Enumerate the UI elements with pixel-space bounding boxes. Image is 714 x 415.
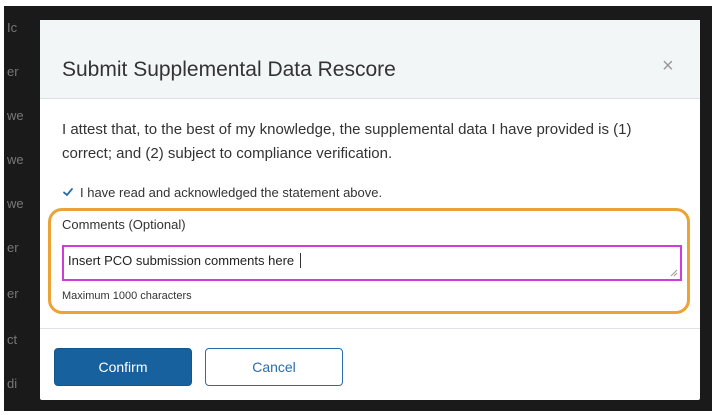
background-text: er bbox=[7, 64, 19, 79]
screenshot-frame: Ic er we we we er er ct di Submit Supple… bbox=[4, 6, 712, 411]
background-text: ct bbox=[7, 332, 18, 347]
background-text: Ic bbox=[7, 20, 18, 35]
modal-title: Submit Supplemental Data Rescore bbox=[62, 58, 396, 81]
background-text: er bbox=[7, 286, 19, 301]
rescore-modal: Submit Supplemental Data Rescore × I att… bbox=[40, 20, 700, 400]
footer-divider bbox=[40, 328, 700, 329]
background-text: we bbox=[7, 196, 24, 211]
attestation-text: I attest that, to the best of my knowled… bbox=[62, 121, 632, 162]
comments-hint: Maximum 1000 characters bbox=[62, 290, 192, 302]
checkmark-icon[interactable] bbox=[62, 186, 74, 198]
background-text: we bbox=[7, 108, 24, 123]
acknowledge-checkbox-row[interactable]: I have read and acknowledged the stateme… bbox=[62, 182, 382, 202]
cancel-button[interactable]: Cancel bbox=[205, 348, 343, 386]
resize-grip-icon[interactable] bbox=[670, 269, 678, 277]
comments-value: Insert PCO submission comments here bbox=[68, 253, 295, 268]
background-table-fragments: Ic er we we we er er ct di bbox=[4, 6, 44, 411]
text-caret bbox=[300, 253, 302, 268]
comments-label: Comments (Optional) bbox=[62, 217, 186, 232]
acknowledge-label: I have read and acknowledged the stateme… bbox=[80, 184, 383, 200]
background-text: di bbox=[7, 376, 18, 391]
comments-textarea[interactable]: Insert PCO submission comments here bbox=[62, 245, 682, 281]
confirm-button[interactable]: Confirm bbox=[54, 348, 192, 386]
background-text: er bbox=[7, 240, 19, 255]
modal-header: Submit Supplemental Data Rescore × bbox=[40, 20, 700, 99]
close-icon[interactable]: × bbox=[662, 55, 674, 78]
background-text: we bbox=[7, 152, 24, 167]
